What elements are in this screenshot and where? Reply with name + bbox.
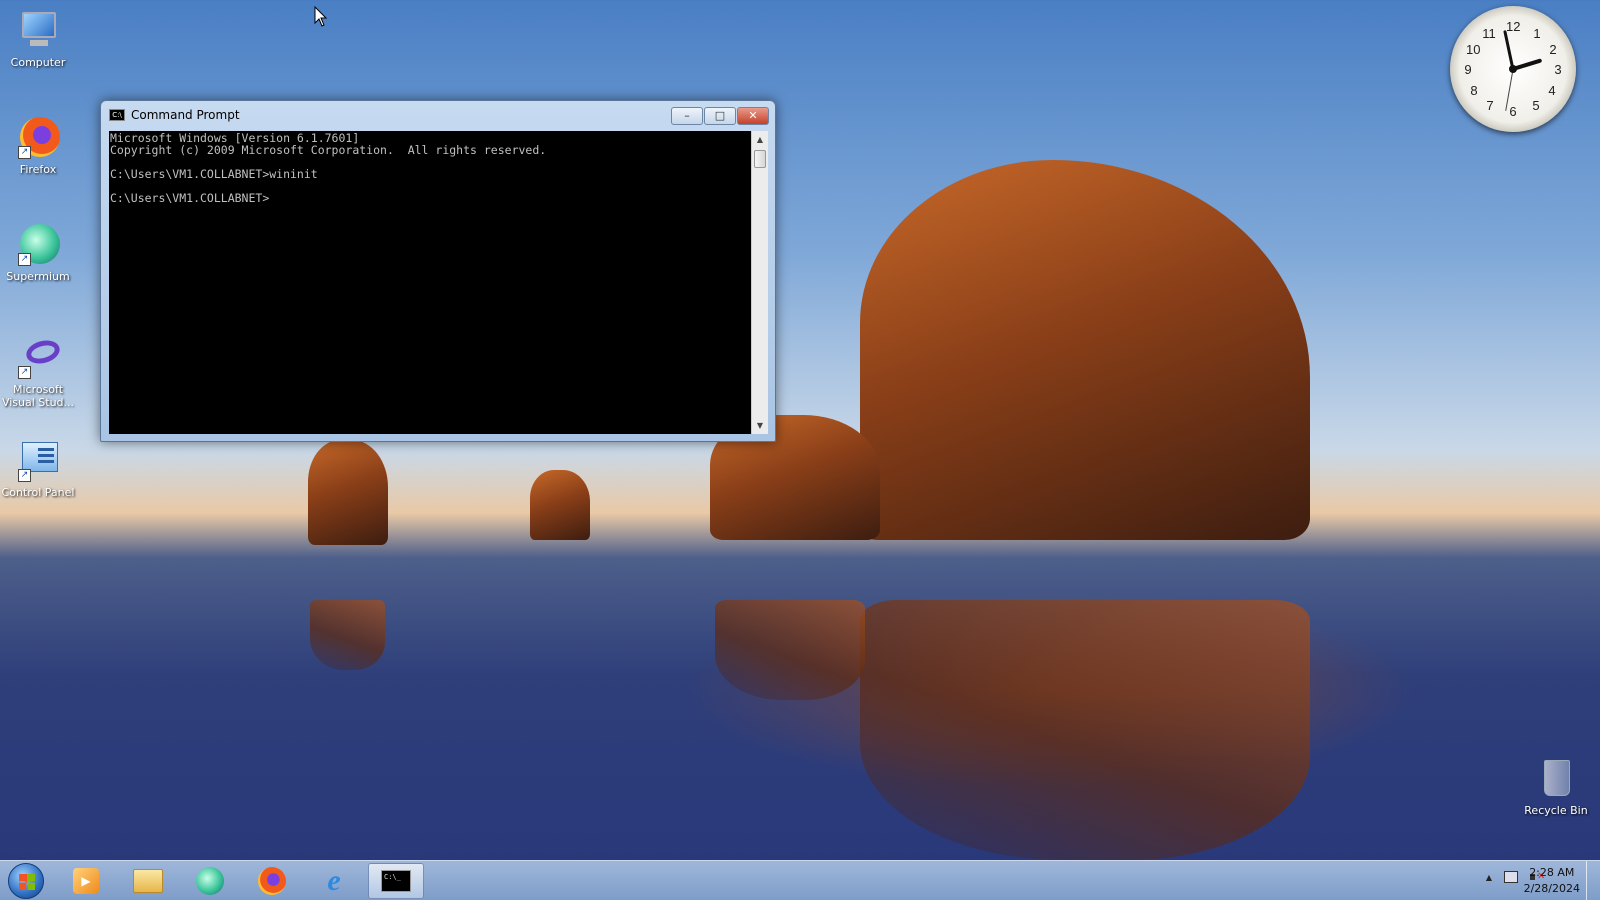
- desktop-icon-visual-studio[interactable]: ↗ Microsoft Visual Stud...: [0, 335, 76, 409]
- show-desktop-button[interactable]: [1586, 861, 1600, 900]
- cmd-icon: C:\_: [381, 870, 411, 892]
- maximize-button[interactable]: □: [704, 107, 736, 125]
- desktop-icon-supermium[interactable]: ↗ Supermium: [0, 222, 76, 283]
- rock-reflection: [715, 600, 865, 700]
- firefox-icon: [258, 867, 286, 895]
- desktop-icon-computer[interactable]: Computer: [0, 8, 76, 69]
- haystack-rock: [860, 160, 1310, 540]
- firefox-icon: ↗: [16, 115, 60, 159]
- supermium-icon: [196, 867, 224, 895]
- console-scrollbar[interactable]: ▲ ▼: [751, 131, 768, 434]
- taskbar-internet-explorer[interactable]: e: [306, 863, 362, 899]
- scroll-up-arrow-icon[interactable]: ▲: [752, 131, 768, 148]
- clock-gadget[interactable]: 12 1 2 3 4 5 6 7 8 9 10 11: [1450, 6, 1576, 132]
- tray-time: 2:28 AM: [1529, 866, 1575, 879]
- visual-studio-icon: ↗: [16, 335, 63, 379]
- desktop-icon-recycle-bin[interactable]: Recycle Bin: [1518, 756, 1594, 817]
- network-icon[interactable]: [1504, 871, 1518, 883]
- supermium-icon: ↗: [16, 222, 60, 266]
- folder-icon: [133, 869, 163, 893]
- show-hidden-icons-button[interactable]: ▲: [1486, 871, 1492, 885]
- rock-reflection: [310, 600, 385, 670]
- internet-explorer-icon: e: [327, 864, 341, 897]
- scroll-down-arrow-icon[interactable]: ▼: [752, 417, 768, 434]
- clock-number: 4: [1548, 83, 1556, 98]
- desktop-icon-label: Microsoft Visual Stud...: [1, 383, 75, 409]
- taskbar: ▶ e C:\_ ▲ ✕ 2:28 AM 2/28/2024: [0, 860, 1600, 900]
- computer-icon: [16, 8, 60, 52]
- clock-number: 10: [1466, 42, 1481, 57]
- clock-minute-hand: [1503, 29, 1515, 70]
- clock-number: 1: [1533, 26, 1541, 41]
- taskbar-media-player[interactable]: ▶: [58, 863, 114, 899]
- desktop-icon-label: Firefox: [19, 163, 57, 176]
- console-output[interactable]: Microsoft Windows [Version 6.1.7601] Cop…: [109, 131, 751, 434]
- shortcut-arrow-icon: ↗: [18, 366, 31, 379]
- desktop-icon-label: Computer: [10, 56, 66, 69]
- close-button[interactable]: ✕: [737, 107, 769, 125]
- scroll-thumb[interactable]: [754, 150, 766, 168]
- desktop-icon-label: Recycle Bin: [1524, 804, 1588, 817]
- clock-number: 6: [1509, 104, 1517, 119]
- console-line: C:\Users\VM1.COLLABNET>wininit: [110, 167, 318, 181]
- clock-number: 8: [1470, 83, 1478, 98]
- taskbar-command-prompt[interactable]: C:\_: [368, 863, 424, 899]
- minimize-button[interactable]: –: [671, 107, 703, 125]
- desktop-icon-firefox[interactable]: ↗ Firefox: [0, 115, 76, 176]
- start-button[interactable]: [8, 863, 44, 899]
- sea-stack: [530, 470, 590, 540]
- desktop-icon-label: Control Panel: [1, 486, 75, 499]
- clock-number: 7: [1486, 98, 1494, 113]
- window-controls: – □ ✕: [671, 107, 769, 125]
- taskbar-supermium[interactable]: [182, 863, 238, 899]
- cmd-icon: C:\: [109, 109, 125, 121]
- clock-number: 2: [1549, 42, 1557, 57]
- desktop-icon-control-panel[interactable]: ↗ Control Panel: [0, 438, 76, 499]
- rock-reflection: [860, 600, 1310, 860]
- clock-number: 12: [1506, 19, 1521, 34]
- shortcut-arrow-icon: ↗: [18, 469, 31, 482]
- recycle-bin-icon: [1534, 756, 1578, 800]
- desktop-icon-label: Supermium: [6, 270, 70, 283]
- control-panel-icon: ↗: [16, 438, 60, 482]
- shortcut-arrow-icon: ↗: [18, 253, 31, 266]
- console-line: Copyright (c) 2009 Microsoft Corporation…: [110, 143, 547, 157]
- clock-center: [1509, 65, 1517, 73]
- console-line: C:\Users\VM1.COLLABNET>: [110, 191, 270, 205]
- mouse-cursor-icon: [314, 6, 328, 27]
- sea-stack: [308, 440, 388, 545]
- clock-number: 5: [1532, 98, 1540, 113]
- taskbar-firefox[interactable]: [244, 863, 300, 899]
- clock-number: 11: [1482, 26, 1496, 41]
- media-player-icon: ▶: [73, 868, 99, 894]
- tray-date: 2/28/2024: [1523, 882, 1580, 895]
- window-title: Command Prompt: [131, 108, 240, 122]
- clock-number: 9: [1464, 62, 1472, 77]
- clock-tray[interactable]: 2:28 AM 2/28/2024: [1524, 865, 1580, 897]
- command-prompt-window[interactable]: C:\ Command Prompt – □ ✕ Microsoft Windo…: [100, 100, 776, 442]
- clock-number: 3: [1554, 62, 1562, 77]
- shortcut-arrow-icon: ↗: [18, 146, 31, 159]
- taskbar-explorer[interactable]: [120, 863, 176, 899]
